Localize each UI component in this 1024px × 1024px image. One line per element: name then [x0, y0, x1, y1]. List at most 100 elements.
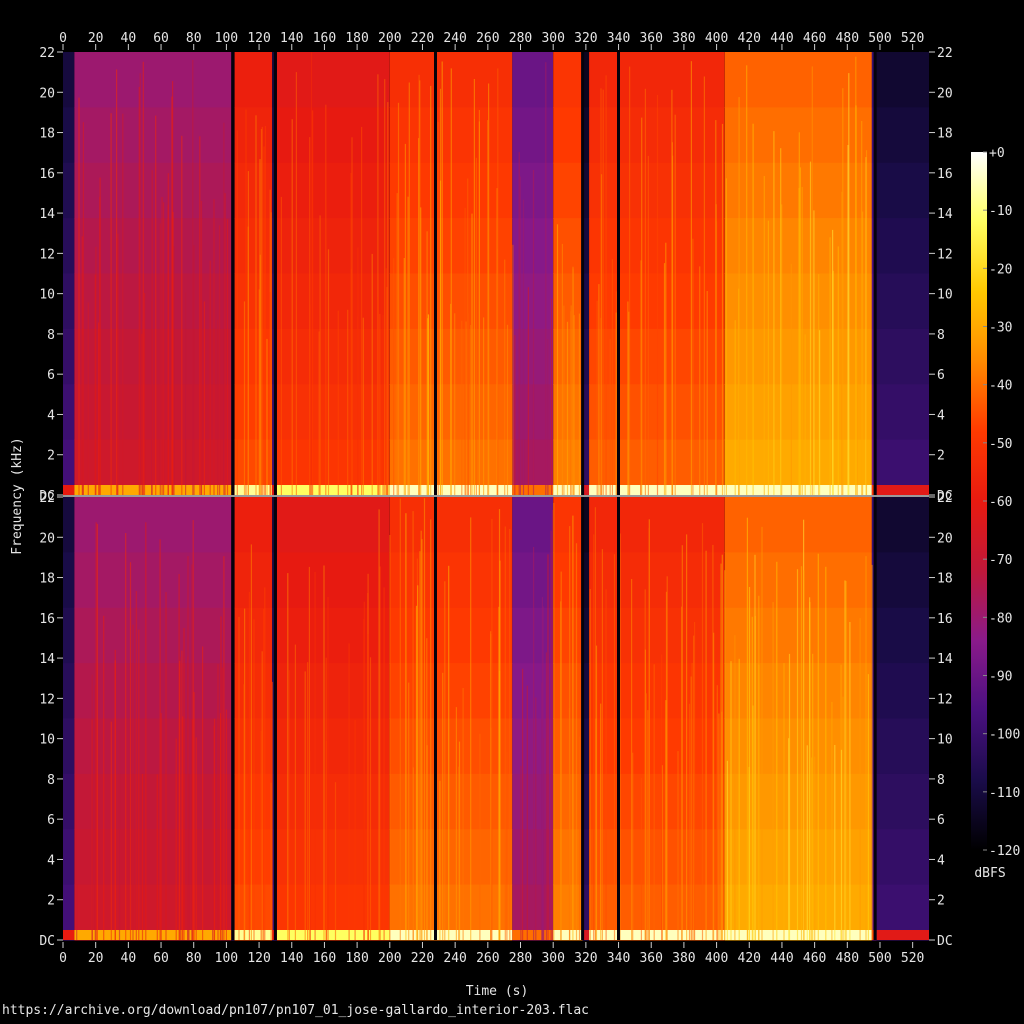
x-tick-label-bottom: 240 [443, 951, 466, 966]
x-tick-label-bottom: 500 [868, 951, 891, 966]
colorbar: +0 -10 -20 -30 -40 -50 -60 -70 -80 -90 -100 -110 -12… [971, 146, 1020, 859]
segment-band [876, 107, 929, 164]
silence-gap [434, 52, 437, 495]
spectral-streak [78, 97, 80, 495]
spectral-streak [506, 751, 508, 940]
spectral-streak [712, 544, 714, 940]
spectral-streak [859, 618, 861, 940]
segment-band [63, 107, 75, 164]
low-frequency-band [876, 485, 929, 495]
spectral-streak [705, 550, 707, 940]
spectral-streak [470, 325, 472, 495]
spectral-streak [217, 664, 219, 940]
spectral-streak [758, 664, 760, 940]
spectral-streak [578, 313, 580, 495]
y-tick-label-right: 4 [937, 853, 945, 868]
spectral-streak [291, 119, 293, 495]
x-tick-label-top: 380 [672, 31, 695, 46]
y-tick-label-left: 4 [47, 408, 55, 423]
segment-band [234, 52, 273, 108]
spectral-streak [748, 766, 750, 940]
channel-panel-1 [63, 52, 929, 496]
silence-gap [273, 52, 277, 495]
silence-gap [273, 497, 277, 940]
x-tick-label-bottom: 280 [509, 951, 532, 966]
y-tick-label-left: 10 [39, 288, 55, 303]
spectral-streak [464, 207, 466, 495]
spectral-streak [261, 651, 263, 940]
spectral-streak [572, 515, 574, 940]
spectral-streak [640, 778, 642, 940]
x-tick-label-bottom: 340 [607, 951, 630, 966]
spectral-streak [648, 528, 650, 940]
spectral-streak [417, 585, 419, 940]
colorbar-tick-label: -40 [989, 379, 1012, 394]
spectral-streak [730, 661, 732, 940]
spectral-streak [518, 152, 520, 495]
spectral-streak [512, 244, 514, 495]
spectral-streak [397, 102, 400, 496]
spectral-streak [520, 765, 522, 940]
y-tick-label-left: 20 [39, 86, 55, 101]
spectral-streak [734, 320, 736, 495]
spectral-streak [187, 556, 189, 940]
spectral-streak [601, 549, 603, 940]
spectral-streak [715, 120, 717, 495]
spectral-streak [661, 654, 663, 940]
spectral-streak [223, 122, 225, 495]
spectral-streak [143, 293, 146, 495]
spectral-streak [645, 693, 647, 940]
segment-band [234, 162, 273, 219]
spectral-streak [288, 670, 290, 940]
y-tick-label-right: 16 [937, 612, 953, 627]
spectral-streak [594, 507, 596, 940]
spectral-streak [221, 667, 224, 940]
spectral-streak [132, 624, 134, 940]
segment-band [277, 52, 390, 108]
spectral-streak [644, 589, 646, 940]
colorbar-tick-label: -10 [989, 204, 1012, 219]
segment-band [876, 607, 929, 664]
segment-band [876, 162, 929, 219]
spectral-streak [418, 74, 420, 496]
x-tick-label-bottom: 320 [574, 951, 597, 966]
spectral-streak [159, 223, 161, 495]
segment-band [876, 52, 929, 108]
segment-band [74, 273, 232, 330]
spectral-streak [813, 210, 815, 495]
spectral-streak [834, 745, 836, 940]
spectral-streak [103, 615, 105, 940]
spectral-streak [135, 591, 137, 940]
spectral-streak [255, 115, 257, 496]
x-tick-label-top: 100 [215, 31, 238, 46]
segment-band [876, 552, 929, 609]
spectral-streak [264, 587, 266, 940]
spectral-streak [118, 730, 121, 940]
y-tick-label-right: 6 [937, 368, 945, 383]
segment-band [74, 384, 232, 441]
spectral-streak [405, 513, 407, 940]
spectral-streak [674, 114, 676, 495]
spectral-streak [99, 177, 101, 495]
spectral-streak [803, 570, 805, 940]
spectral-streak [383, 587, 385, 940]
y-tick-label-right: 8 [937, 773, 945, 788]
spectral-streak [382, 314, 384, 495]
spectral-streak [632, 752, 634, 940]
x-tick-label-bottom: 100 [215, 951, 238, 966]
spectral-streak [236, 130, 238, 496]
x-tick-label-top: 220 [411, 31, 434, 46]
y-tick-label-left: 18 [39, 127, 55, 142]
segment-band [277, 718, 390, 775]
spectral-streak [96, 523, 98, 940]
spectral-streak [647, 155, 649, 495]
spectral-streak [547, 554, 549, 940]
spectral-streak [404, 143, 406, 495]
spectral-streak [724, 570, 726, 940]
spectral-streak [681, 606, 683, 940]
spectral-streak [825, 566, 827, 940]
silence-gap [231, 52, 235, 495]
y-tick-label-right: 20 [937, 86, 953, 101]
segment-band [876, 273, 929, 330]
spectral-streak [800, 566, 803, 940]
